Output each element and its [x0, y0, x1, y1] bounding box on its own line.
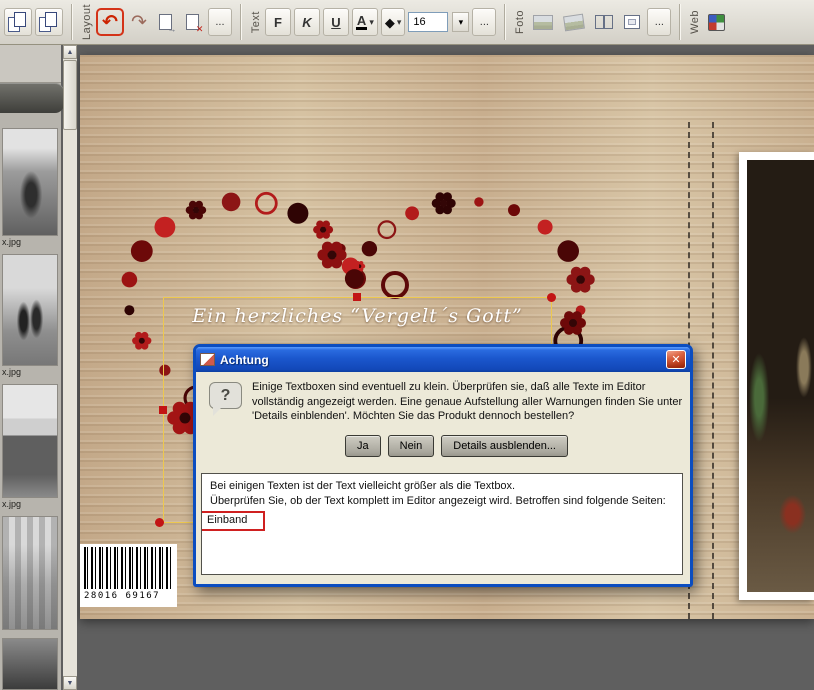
selection-handle[interactable] [155, 518, 164, 527]
delete-page-button[interactable]: ✕ [181, 8, 205, 36]
fold-line [712, 122, 714, 619]
selection-handle[interactable] [353, 293, 361, 301]
sidebar-panel-tab[interactable] [0, 83, 64, 113]
font-color-icon: A [356, 15, 367, 30]
insert-page-button[interactable]: → [154, 8, 178, 36]
photo-thumbnail[interactable] [2, 516, 58, 630]
toolbar-separator [240, 4, 242, 40]
layout-more-button[interactable]: ... [208, 8, 232, 36]
dialog-message: Einige Textboxen sind eventuell zu klein… [252, 380, 684, 424]
barcode-bars [84, 547, 173, 589]
web-gallery-button[interactable] [704, 8, 729, 36]
redo-icon: ↷ [131, 13, 147, 32]
toolbar-group-text-label: Text [250, 11, 262, 33]
photo-thumbnail[interactable] [2, 638, 58, 690]
sidebar-header [0, 45, 61, 83]
foto-more-button[interactable]: ... [647, 8, 671, 36]
frame-icon [624, 15, 640, 29]
cover-photo-image [747, 160, 814, 592]
help-bubble-icon: ? [209, 382, 242, 409]
photo-thumbnail[interactable] [2, 128, 58, 236]
undo-button[interactable]: ↶ [96, 8, 124, 36]
barcode: 28016 69167 [80, 544, 177, 607]
columns-icon [595, 15, 613, 29]
columns-layout-button[interactable] [591, 8, 617, 36]
photo-icon [533, 15, 553, 30]
scrollbar-thumb[interactable] [63, 60, 77, 130]
cover-photo-frame[interactable] [739, 152, 814, 600]
photo-sidebar: x.jpg x.jpg x.jpg [0, 45, 61, 690]
toolbar-separator [71, 4, 73, 40]
copy-page-button[interactable] [4, 8, 32, 36]
redo-button[interactable]: ↷ [127, 8, 151, 36]
details-panel: Bei einigen Texten ist der Text vielleic… [201, 473, 683, 575]
photo-frame-button[interactable] [620, 8, 644, 36]
font-size-input[interactable]: 16 [408, 12, 448, 32]
photo-effect-button[interactable] [529, 8, 557, 36]
yes-button[interactable]: Ja [345, 435, 381, 457]
details-toggle-button[interactable]: Details ausblenden... [441, 435, 568, 457]
toolbar-group-layout-label: Layout [81, 4, 93, 40]
dialog-app-icon [200, 353, 215, 366]
photo-thumbnail[interactable] [2, 384, 58, 498]
no-button[interactable]: Nein [388, 435, 435, 457]
selection-handle[interactable] [547, 293, 556, 302]
undo-icon: ↶ [102, 13, 118, 32]
toolbar-group-web-label: Web [689, 10, 701, 34]
photo-thumbnail-label: x.jpg [2, 499, 58, 510]
dialog-title: Achtung [220, 353, 269, 367]
scroll-up-button[interactable]: ▲ [63, 45, 77, 59]
underline-button[interactable]: U [323, 8, 349, 36]
chevron-down-icon: ▾ [397, 17, 402, 28]
toolbar-group-foto-label: Foto [514, 10, 526, 34]
photo-rotate-button[interactable] [560, 8, 588, 36]
close-icon[interactable]: ✕ [666, 350, 686, 369]
toolbar-separator [679, 4, 681, 40]
toolbar: Layout ↶ ↷ → ✕ ... Text F K U A ▾ ◆ ▾ 16… [0, 0, 814, 45]
photo-thumbnail-label: x.jpg [2, 237, 58, 248]
photo-thumbnail-label: x.jpg [2, 367, 58, 378]
photo-thumbnail[interactable] [2, 254, 58, 366]
details-line: Überprüfen Sie, ob der Text komplett im … [210, 494, 674, 509]
bold-button[interactable]: F [265, 8, 291, 36]
web-gallery-icon [708, 14, 725, 31]
dialog-button-row: Ja Nein Details ausblenden... [345, 435, 568, 457]
toolbar-separator [504, 4, 506, 40]
italic-button[interactable]: K [294, 8, 320, 36]
scroll-down-button[interactable]: ▼ [63, 676, 77, 690]
font-size-dropdown-button[interactable]: ▾ [452, 12, 469, 32]
selection-handle[interactable] [159, 406, 167, 414]
text-more-button[interactable]: ... [472, 8, 496, 36]
warning-dialog: Achtung ✕ ? Einige Textboxen sind eventu… [193, 344, 693, 587]
affected-page-ref: Einband [201, 511, 265, 531]
paste-page-icon [39, 11, 59, 33]
fill-color-button[interactable]: ◆ ▾ [381, 8, 406, 36]
photo-rotate-icon [563, 13, 585, 31]
chevron-down-icon: ▾ [369, 17, 374, 28]
delete-page-icon: ✕ [186, 14, 199, 30]
app-window: Layout ↶ ↷ → ✕ ... Text F K U A ▾ ◆ ▾ 16… [0, 0, 814, 690]
copy-page-icon [8, 11, 28, 33]
dialog-body: ? Einige Textboxen sind eventuell zu kle… [196, 372, 690, 584]
insert-page-icon: → [159, 14, 172, 30]
barcode-digits: 28016 69167 [84, 591, 173, 601]
paste-page-button[interactable] [35, 8, 63, 36]
dialog-titlebar[interactable]: Achtung ✕ [196, 347, 690, 372]
font-color-button[interactable]: A ▾ [352, 8, 378, 36]
details-line: Bei einigen Texten ist der Text vielleic… [210, 479, 674, 494]
cover-caption-text[interactable]: Ein herzliches “Vergelt´s Gott” [175, 305, 540, 327]
sidebar-scrollbar[interactable]: ▲ ▼ [63, 45, 77, 690]
fill-color-icon: ◆ [385, 16, 395, 29]
